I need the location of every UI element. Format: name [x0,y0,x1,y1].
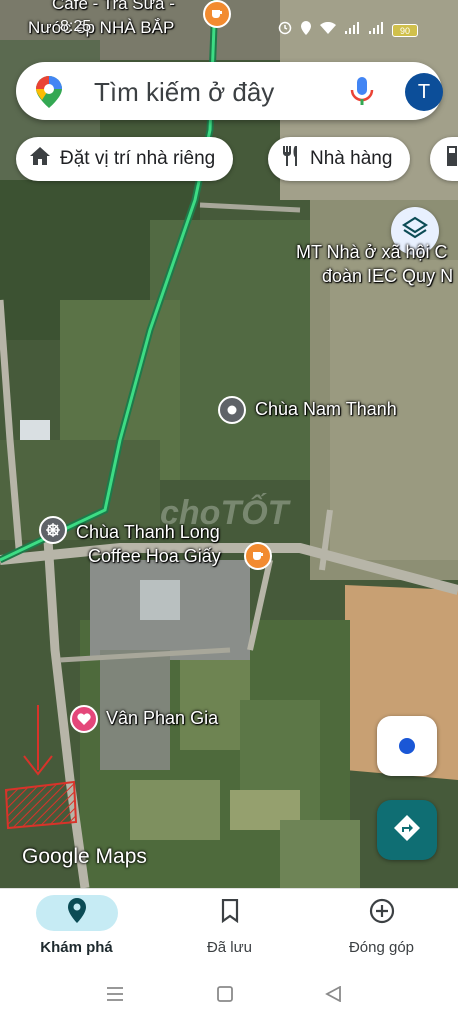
status-time: 8:25 [60,18,92,35]
restaurant-icon [282,146,300,172]
battery-icon: 90 [392,24,418,37]
map-label-mt-line1[interactable]: MT Nhà ở xã hội C [296,242,448,263]
account-avatar[interactable]: T [405,73,443,111]
heart-pin-icon[interactable] [70,705,98,733]
back-icon[interactable] [325,985,343,1007]
map-label-mt-line2[interactable]: đoàn IEC Quy N [322,266,453,287]
nav-saved[interactable]: Đã lưu [153,889,306,969]
alarm-icon [278,21,292,40]
my-location-icon [399,738,415,754]
cafe-pin-icon[interactable] [244,542,272,570]
signal-icon-2 [368,21,384,40]
temple-pin-icon[interactable] [39,516,67,544]
home-square-icon[interactable] [216,986,234,1007]
location-status-icon [300,21,312,40]
map-label-chua-nam-thanh[interactable]: Chùa Nam Thanh [255,399,397,420]
nav-contribute[interactable]: Đóng góp [305,889,458,969]
chip-restaurants[interactable]: Nhà hàng [268,137,411,181]
directions-icon [393,814,421,847]
chip-label: Đặt vị trí nhà riêng [60,148,216,169]
microphone-icon[interactable] [349,77,375,112]
add-circle-icon [369,898,395,929]
signal-icon [344,21,360,40]
place-pin-icon[interactable] [218,396,246,424]
home-icon [30,147,50,171]
google-maps-logo: Google Maps [22,845,147,868]
map-label-chua-thanh-long[interactable]: Chùa Thanh Long [76,522,220,543]
chip-label: Nhà hàng [310,148,393,169]
my-location-button[interactable] [377,716,437,776]
bottom-navigation: Khám phá Đã lưu Đóng góp [0,888,458,968]
wifi-icon [320,21,336,40]
nav-explore-label: Khám phá [40,939,113,956]
chip-set-home[interactable]: Đặt vị trí nhà riêng [16,137,234,181]
search-input[interactable]: Tìm kiếm ở đây [94,77,274,108]
system-navigation-bar [0,968,458,1024]
google-maps-pin-icon [36,76,62,113]
nav-contribute-label: Đóng góp [348,939,415,956]
map-label-van-phan-gia[interactable]: Vân Phan Gia [106,708,218,729]
bookmark-icon [221,898,239,928]
menu-icon[interactable] [106,986,124,1007]
search-bar[interactable]: Tìm kiếm ở đây T [16,62,443,120]
gas-station-icon [446,146,458,172]
map-label-coffee-hoa-giay[interactable]: Coffee Hoa Giấy [88,546,221,567]
explore-pin-icon [67,897,87,929]
nav-saved-label: Đã lưu [206,939,253,956]
nav-explore[interactable]: Khám phá [0,889,153,969]
status-bar: 8:25 90 [0,0,458,40]
map-view[interactable]: choTỐT Cafe - Trà Sữa - Nước ép NHÀ BẮP … [0,0,458,888]
directions-button[interactable] [377,800,437,860]
